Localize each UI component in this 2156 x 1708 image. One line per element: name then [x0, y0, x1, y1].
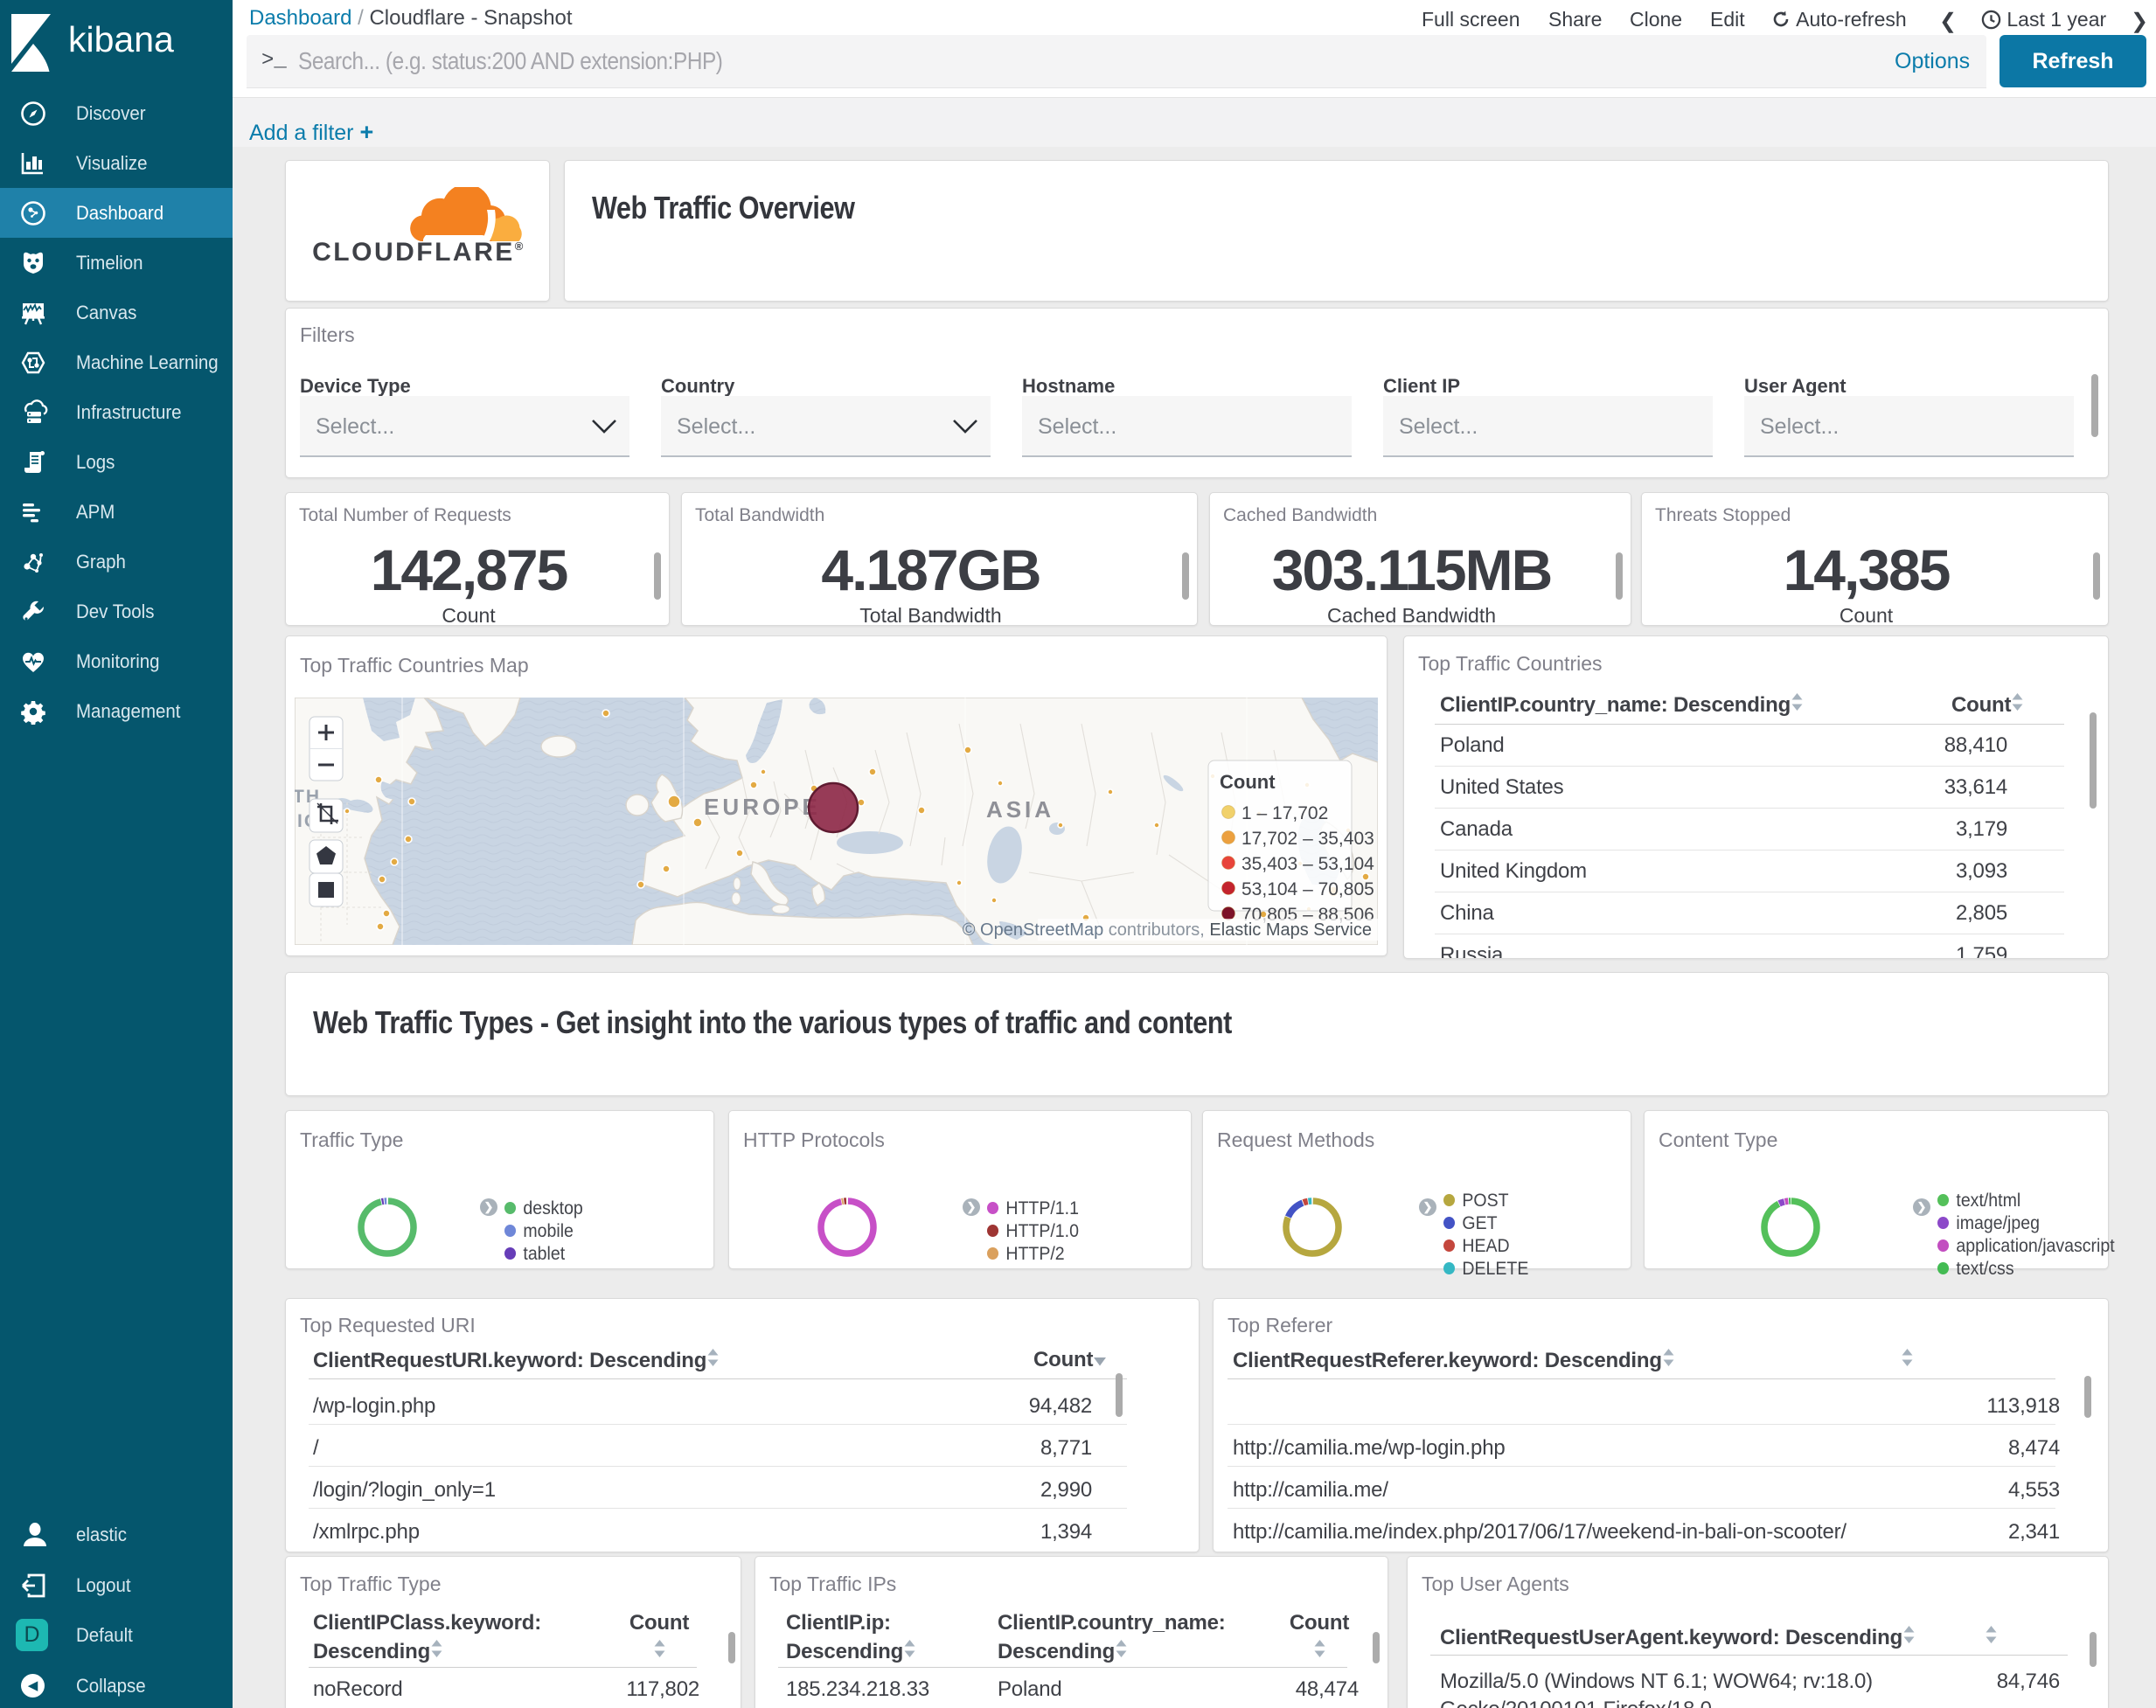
svg-text:EUROPE: EUROPE	[704, 794, 821, 820]
svg-text:1 – 17,702: 1 – 17,702	[1241, 803, 1328, 823]
svg-text:53,104 – 70,805: 53,104 – 70,805	[1241, 879, 1374, 899]
svg-text:ASIA: ASIA	[986, 796, 1054, 823]
svg-text:Count: Count	[1220, 771, 1276, 793]
svg-text:35,403 – 53,104: 35,403 – 53,104	[1241, 854, 1374, 874]
svg-text:© OpenStreetMap contributors,: © OpenStreetMap contributors, Elastic Ma…	[963, 920, 1372, 940]
svg-text:17,702 – 35,403: 17,702 – 35,403	[1241, 829, 1374, 849]
